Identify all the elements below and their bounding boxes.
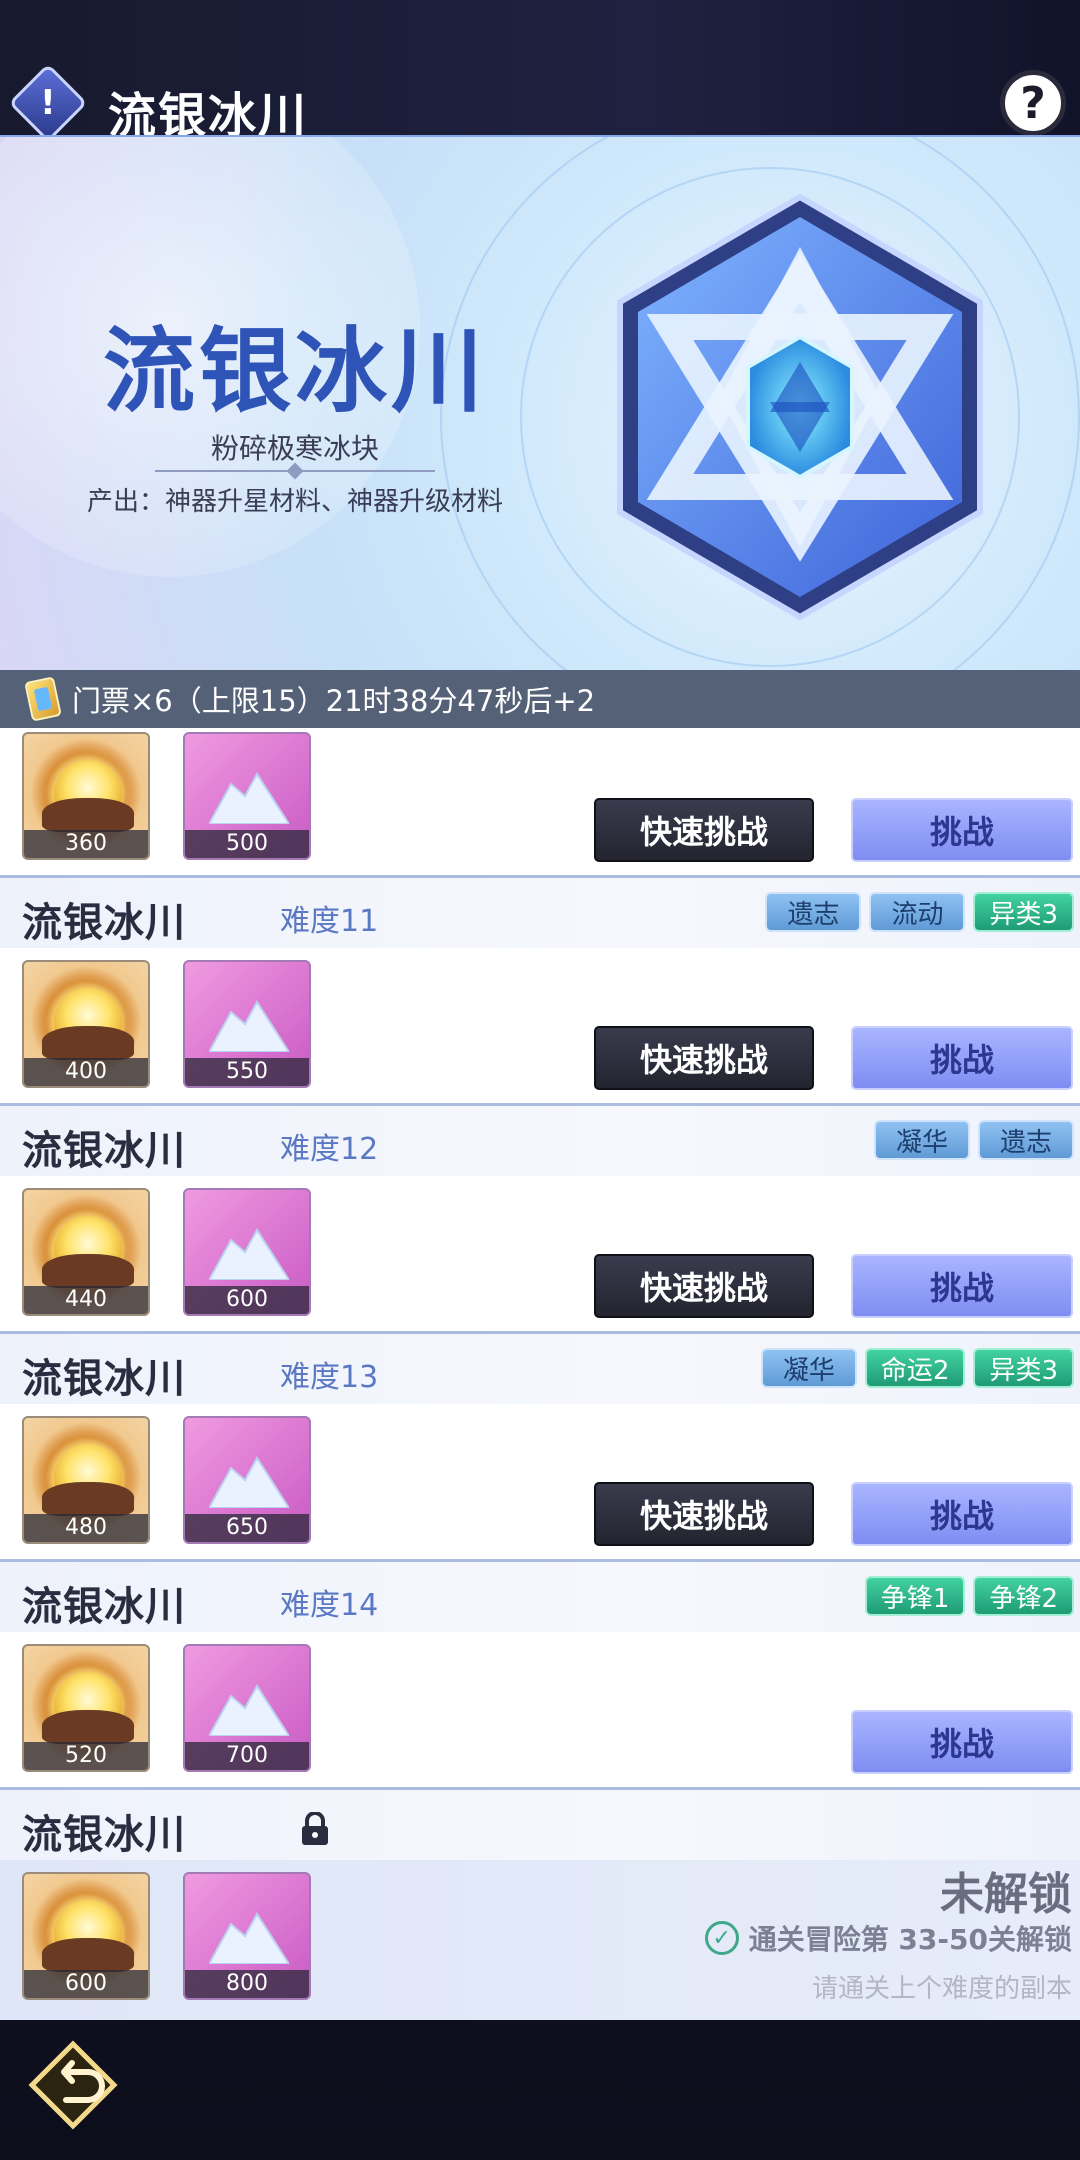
modifier-tags: 凝华 命运2 异类3	[760, 1348, 1074, 1388]
locked-difficulty-row: 流银冰川 600 800 未解锁 ✓ 通关冒险第 33-50关解锁 请通关上个难…	[0, 1790, 1080, 2020]
top-bar: ! 流银冰川 ?	[0, 0, 1080, 144]
row-dungeon-name: 流银冰川	[22, 1583, 186, 1630]
row-header: 流银冰川 难度13 凝华 命运2 异类3	[0, 1334, 1080, 1404]
modifier-tag[interactable]: 争锋1	[864, 1576, 966, 1616]
row-difficulty: 难度11	[280, 904, 379, 939]
challenge-button[interactable]: 挑战	[851, 1254, 1073, 1318]
reward-ice-crystal[interactable]: 550	[183, 960, 311, 1088]
row-difficulty: 难度13	[280, 1360, 379, 1395]
challenge-button[interactable]: 挑战	[851, 1482, 1073, 1546]
challenge-button[interactable]: 挑战	[851, 798, 1073, 862]
row-difficulty: 难度14	[280, 1588, 379, 1623]
difficulty-row: 360 500 快速挑战 挑战	[0, 728, 1080, 878]
ice-crystal-icon	[209, 1912, 289, 1964]
reward-count: 550	[185, 1058, 309, 1086]
modifier-tag[interactable]: 遗志	[765, 892, 862, 932]
modifier-tag[interactable]: 流动	[869, 892, 966, 932]
modifier-tag[interactable]: 异类3	[973, 892, 1074, 932]
banner-output: 产出：神器升星材料、神器升级材料	[86, 487, 503, 517]
rock-icon	[42, 1938, 134, 1972]
reward-ice-crystal[interactable]: 800	[183, 1872, 311, 2000]
ice-crystal-icon	[209, 1456, 289, 1508]
locked-status: 未解锁	[940, 1869, 1072, 1920]
modifier-tag[interactable]: 凝华	[760, 1348, 857, 1388]
ticket-icon	[24, 676, 62, 722]
rock-icon	[42, 1254, 134, 1288]
difficulty-row: 流银冰川 难度14 争锋1 争锋2 520 700 挑战	[0, 1562, 1080, 1790]
ice-crystal-icon	[209, 1684, 289, 1736]
quick-challenge-button[interactable]: 快速挑战	[594, 798, 814, 862]
rock-icon	[42, 1482, 134, 1516]
reward-gold-orb[interactable]: 440	[22, 1188, 150, 1316]
row-dungeon-name: 流银冰川	[22, 899, 186, 946]
reward-ice-crystal[interactable]: 600	[183, 1188, 311, 1316]
ice-crystal-icon	[209, 772, 289, 824]
rock-icon	[42, 798, 134, 832]
unlock-condition: ✓ 通关冒险第 33-50关解锁	[704, 1918, 1072, 1958]
ticket-bar: 门票×6（上限15）21时38分47秒后+2	[0, 670, 1080, 728]
reward-count: 600	[185, 1286, 309, 1314]
modifier-tag[interactable]: 争锋2	[973, 1576, 1074, 1616]
difficulty-row: 流银冰川 难度12 凝华 遗志 440 600 快速挑战 挑战	[0, 1106, 1080, 1334]
reward-count: 360	[24, 830, 148, 858]
row-dungeon-name: 流银冰川	[22, 1811, 186, 1858]
modifier-tag[interactable]: 异类3	[973, 1348, 1074, 1388]
ice-crystal-icon	[209, 1228, 289, 1280]
reward-ice-crystal[interactable]: 650	[183, 1416, 311, 1544]
modifier-tag[interactable]: 命运2	[864, 1348, 966, 1388]
modifier-tag[interactable]: 凝华	[874, 1120, 970, 1160]
reward-gold-orb[interactable]: 600	[22, 1872, 150, 2000]
help-button[interactable]: ?	[1000, 70, 1066, 136]
unlock-hint: 请通关上个难度的副本	[811, 1974, 1072, 2004]
reward-gold-orb[interactable]: 520	[22, 1644, 150, 1772]
alert-glyph: !	[40, 82, 56, 123]
quick-challenge-button[interactable]: 快速挑战	[594, 1254, 814, 1318]
snowflake-emblem-icon	[617, 193, 983, 621]
reward-ice-crystal[interactable]: 700	[183, 1644, 311, 1772]
banner-subtitle: 粉碎极寒冰块	[210, 432, 379, 465]
row-dungeon-name: 流银冰川	[22, 1355, 186, 1402]
dungeon-banner: 流银冰川 粉碎极寒冰块 产出：神器升星材料、神器升级材料	[0, 135, 1080, 670]
modifier-tag[interactable]: 遗志	[978, 1120, 1074, 1160]
reward-gold-orb[interactable]: 400	[22, 960, 150, 1088]
lock-icon	[302, 1812, 328, 1845]
ice-crystal-icon	[209, 1000, 289, 1052]
check-icon: ✓	[704, 1921, 739, 1955]
difficulty-row: 流银冰川 难度11 遗志 流动 异类3 400 550 快速挑战 挑战	[0, 878, 1080, 1106]
reward-count: 520	[24, 1742, 148, 1770]
reward-ice-crystal[interactable]: 500	[183, 732, 311, 860]
row-header: 流银冰川 难度12 凝华 遗志	[0, 1106, 1080, 1176]
modifier-tags: 遗志 流动 异类3	[765, 892, 1074, 932]
reward-count: 400	[24, 1058, 148, 1086]
row-header: 流银冰川 难度11 遗志 流动 异类3	[0, 878, 1080, 948]
banner-title: 流银冰川	[102, 317, 487, 425]
row-difficulty: 难度12	[280, 1132, 379, 1167]
challenge-button[interactable]: 挑战	[851, 1710, 1073, 1774]
alert-icon[interactable]: !	[8, 63, 88, 143]
reward-count: 440	[24, 1286, 148, 1314]
reward-count: 650	[185, 1514, 309, 1542]
modifier-tags: 凝华 遗志	[874, 1120, 1074, 1160]
reward-count: 480	[24, 1514, 148, 1542]
reward-count: 800	[185, 1970, 309, 1998]
modifier-tags: 争锋1 争锋2	[864, 1576, 1074, 1616]
rock-icon	[42, 1026, 134, 1060]
quick-challenge-button[interactable]: 快速挑战	[594, 1026, 814, 1090]
reward-gold-orb[interactable]: 360	[22, 732, 150, 860]
reward-count: 500	[185, 830, 309, 858]
reward-count: 600	[24, 1970, 148, 1998]
row-header: 流银冰川 难度14 争锋1 争锋2	[0, 1562, 1080, 1632]
ticket-text: 门票×6（上限15）21时38分47秒后+2	[72, 684, 596, 718]
row-header: 流银冰川	[0, 1790, 1080, 1860]
reward-gold-orb[interactable]: 480	[22, 1416, 150, 1544]
challenge-button[interactable]: 挑战	[851, 1026, 1073, 1090]
difficulty-row: 流银冰川 难度13 凝华 命运2 异类3 480 650 快速挑战 挑战	[0, 1334, 1080, 1562]
back-arrow-icon[interactable]	[28, 2040, 118, 2130]
row-dungeon-name: 流银冰川	[22, 1127, 186, 1174]
unlock-condition-text: 通关冒险第 33-50关解锁	[748, 1923, 1072, 1956]
rock-icon	[42, 1710, 134, 1744]
reward-count: 700	[185, 1742, 309, 1770]
quick-challenge-button[interactable]: 快速挑战	[594, 1482, 814, 1546]
